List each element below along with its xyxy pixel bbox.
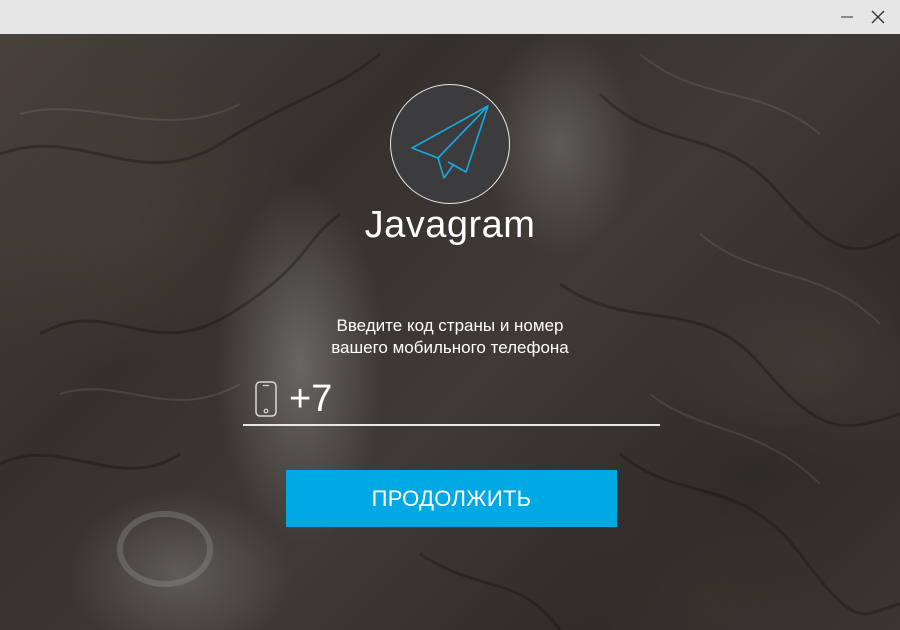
instruction-line-1: Введите код страны и номер xyxy=(336,316,564,335)
continue-button[interactable]: ПРОДОЛЖИТЬ xyxy=(286,470,617,527)
minimize-button[interactable] xyxy=(830,0,864,34)
phone-field xyxy=(243,376,660,426)
paper-plane-icon xyxy=(411,105,489,179)
smartphone-icon xyxy=(255,381,277,422)
minimize-icon xyxy=(841,16,853,18)
close-button[interactable] xyxy=(861,0,895,34)
app-title: Javagram xyxy=(364,204,536,246)
close-icon xyxy=(871,10,885,24)
app-logo xyxy=(390,84,510,204)
phone-instruction-text: Введите код страны и номер вашего мобиль… xyxy=(250,315,650,359)
title-bar xyxy=(0,0,900,34)
phone-number-input[interactable] xyxy=(289,376,649,422)
instruction-line-2: вашего мобильного телефона xyxy=(331,338,569,357)
app-window: Javagram Введите код страны и номер ваше… xyxy=(0,0,900,630)
